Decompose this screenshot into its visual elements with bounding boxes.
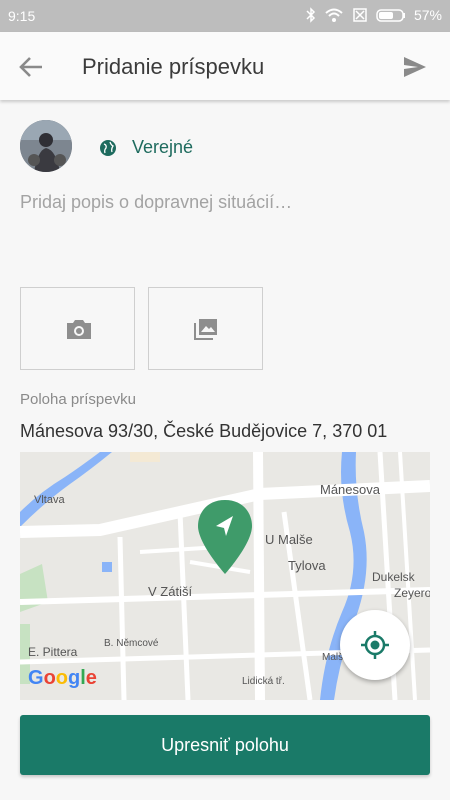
avatar (20, 120, 72, 172)
location-address: Mánesova 93/30, České Budějovice 7, 370 … (20, 421, 388, 441)
street-label: E. Pittera (28, 645, 78, 659)
globe-icon[interactable] (99, 139, 117, 157)
app-bar: Pridanie príspevku (0, 32, 450, 100)
status-icons: 57% (306, 7, 442, 23)
street-label: Dukelsk (372, 570, 415, 584)
add-photo-button[interactable] (20, 287, 135, 370)
battery-icon (376, 9, 405, 22)
street-label: Vltava (34, 494, 65, 506)
street-label: V Zátiší (148, 584, 193, 599)
gallery-icon (194, 319, 217, 340)
street-label: U Malše (265, 532, 313, 547)
no-sim-icon (353, 8, 367, 22)
street-label: Tylova (288, 558, 326, 573)
status-time: 9:15 (8, 8, 36, 24)
location-label: Poloha príspevku (20, 391, 136, 408)
camera-icon (67, 320, 91, 339)
wifi-icon (325, 8, 343, 22)
arrow-back-icon[interactable] (16, 52, 46, 82)
battery-percent: 57% (413, 7, 442, 23)
visibility-label[interactable]: Verejné (132, 137, 193, 158)
status-bar: 9:15 57% (0, 0, 450, 32)
send-icon[interactable] (402, 54, 428, 80)
refine-location-button[interactable]: Upresniť polohu (20, 715, 430, 775)
add-gallery-button[interactable] (148, 287, 263, 370)
description-input[interactable]: Pridaj popis o dopravnej situácií… (20, 192, 292, 213)
street-label: Lidická tř. (242, 676, 285, 687)
crosshair-icon (361, 631, 389, 659)
page-title: Pridanie príspevku (82, 54, 265, 79)
google-logo: Google (28, 667, 97, 689)
street-label: Mánesova (320, 482, 380, 497)
street-label: Zeyerova (394, 586, 430, 600)
my-location-button[interactable] (340, 610, 410, 680)
street-label: B. Němcové (104, 638, 159, 649)
bluetooth-icon (306, 7, 316, 23)
